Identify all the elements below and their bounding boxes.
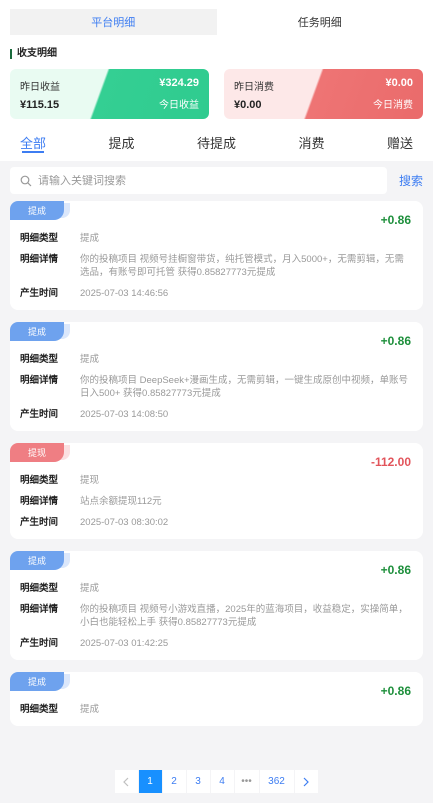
time-label: 产生时间 — [20, 409, 59, 420]
today-income-value: ¥115.15 — [20, 99, 60, 111]
detail-label: 明细详情 — [20, 604, 59, 615]
next-page-button[interactable] — [294, 770, 318, 793]
list-item: 提现 -112.00 明细类型 提现 明细详情 站点余额提现112元 产生时间 202… — [10, 443, 423, 539]
time-label: 产生时间 — [20, 288, 59, 299]
detail-label: 明细详情 — [20, 375, 59, 386]
type-label: 明细类型 — [20, 704, 59, 715]
search-icon — [20, 175, 32, 186]
pagination: 1 2 3 4 ••• 362 — [0, 770, 433, 793]
segment-switch: 平台明细 任务明细 — [10, 9, 423, 35]
tab-all[interactable]: 全部 — [20, 133, 46, 161]
record-amount: +0.86 — [380, 684, 411, 698]
segment-task-detail[interactable]: 任务明细 — [217, 9, 424, 35]
time-value: 2025-07-03 08:30:02 — [80, 517, 169, 528]
detail-value: 你的投稿项目 DeepSeek+漫画生成，无需剪辑，一键生成原创中视频，单账号日… — [80, 375, 409, 399]
yesterday-expense-value: ¥0.00 — [385, 77, 413, 89]
filter-tabs: 全部 提成 待提成 消费 赠送 — [0, 133, 433, 161]
search-button[interactable]: 搜索 — [387, 172, 423, 189]
record-tag: 提现 — [10, 443, 64, 462]
chevron-left-icon — [123, 777, 129, 786]
detail-label: 明细详情 — [20, 496, 59, 507]
today-expense-label: 今日消费 — [373, 100, 413, 111]
record-tag: 提成 — [10, 551, 64, 570]
record-list: 提成 +0.86 明细类型 提成 明细详情 你的投稿项目 视频号挂橱窗带货，纯托管模… — [0, 201, 433, 726]
detail-value: 你的投稿项目 视频号挂橱窗带货，纯托管模式，月入5000+，无需剪辑，无需选品，… — [80, 254, 404, 278]
type-label: 明细类型 — [20, 233, 59, 244]
yesterday-income-value: ¥324.29 — [159, 77, 199, 89]
type-value: 提成 — [80, 233, 100, 244]
record-tag: 提成 — [10, 322, 64, 341]
page-button[interactable]: 4 — [210, 770, 234, 793]
yesterday-expense-label: 昨日消费 — [234, 82, 274, 93]
type-value: 提成 — [80, 583, 100, 594]
detail-value: 站点余额提现112元 — [80, 496, 162, 507]
expense-card: 昨日消费 ¥0.00 ¥0.00 今日消费 — [224, 69, 423, 119]
search-input[interactable] — [38, 174, 338, 187]
type-label: 明细类型 — [20, 583, 59, 594]
type-value: 提成 — [80, 354, 100, 365]
record-amount: +0.86 — [380, 563, 411, 577]
time-label: 产生时间 — [20, 638, 59, 649]
prev-page-button[interactable] — [114, 770, 138, 793]
tab-pending-commission[interactable]: 待提成 — [197, 133, 236, 161]
detail-value: 你的投稿项目 视频号小游戏直播，2025年的蓝海项目，收益稳定，实操简单，小白也… — [80, 604, 408, 628]
record-tag: 提成 — [10, 672, 64, 691]
page-button[interactable]: 3 — [186, 770, 210, 793]
type-value: 提成 — [80, 704, 100, 715]
section-title: 收支明细 — [10, 49, 423, 59]
income-card: 昨日收益 ¥324.29 ¥115.15 今日收益 — [10, 69, 209, 119]
top-header: 平台明细 任务明细 收支明细 昨日收益 ¥324.29 ¥115.15 今日收益… — [0, 0, 433, 161]
record-amount: +0.86 — [380, 334, 411, 348]
summary-cards: 昨日收益 ¥324.29 ¥115.15 今日收益 昨日消费 ¥0.00 ¥0.… — [10, 69, 423, 119]
record-amount: +0.86 — [380, 213, 411, 227]
page-button-last[interactable]: 362 — [259, 770, 294, 793]
time-label: 产生时间 — [20, 517, 59, 528]
segment-platform-detail[interactable]: 平台明细 — [10, 9, 217, 35]
search-box — [10, 167, 387, 194]
time-value: 2025-07-03 14:08:50 — [80, 409, 169, 420]
tab-gift[interactable]: 赠送 — [387, 133, 413, 161]
time-value: 2025-07-03 14:46:56 — [80, 288, 169, 299]
list-item: 提成 +0.86 明细类型 提成 明细详情 你的投稿项目 视频号小游戏直播，2025… — [10, 551, 423, 660]
time-value: 2025-07-03 01:42:25 — [80, 638, 169, 649]
tab-commission[interactable]: 提成 — [108, 133, 134, 161]
list-item: 提成 +0.86 明细类型 提成 明细详情 你的投稿项目 DeepSeek+漫画生成… — [10, 322, 423, 431]
yesterday-income-label: 昨日收益 — [20, 82, 60, 93]
list-item: 提成 +0.86 明细类型 提成 明细详情 你的投稿项目 视频号挂橱窗带货，纯托管模… — [10, 201, 423, 310]
page-button[interactable]: 1 — [138, 770, 162, 793]
search-bar: 搜索 — [10, 167, 423, 194]
page-button[interactable]: 2 — [162, 770, 186, 793]
detail-label: 明细详情 — [20, 254, 59, 265]
pagination-ellipsis[interactable]: ••• — [234, 770, 259, 793]
record-tag: 提成 — [10, 201, 64, 220]
type-label: 明细类型 — [20, 354, 59, 365]
record-amount: -112.00 — [370, 455, 411, 469]
chevron-right-icon — [303, 777, 309, 786]
type-label: 明细类型 — [20, 475, 59, 486]
today-expense-value: ¥0.00 — [234, 99, 262, 111]
type-value: 提现 — [80, 475, 100, 486]
tab-consumption[interactable]: 消费 — [298, 133, 324, 161]
list-item: 提成 +0.86 明细类型 提成 — [10, 672, 423, 726]
today-income-label: 今日收益 — [159, 100, 199, 111]
